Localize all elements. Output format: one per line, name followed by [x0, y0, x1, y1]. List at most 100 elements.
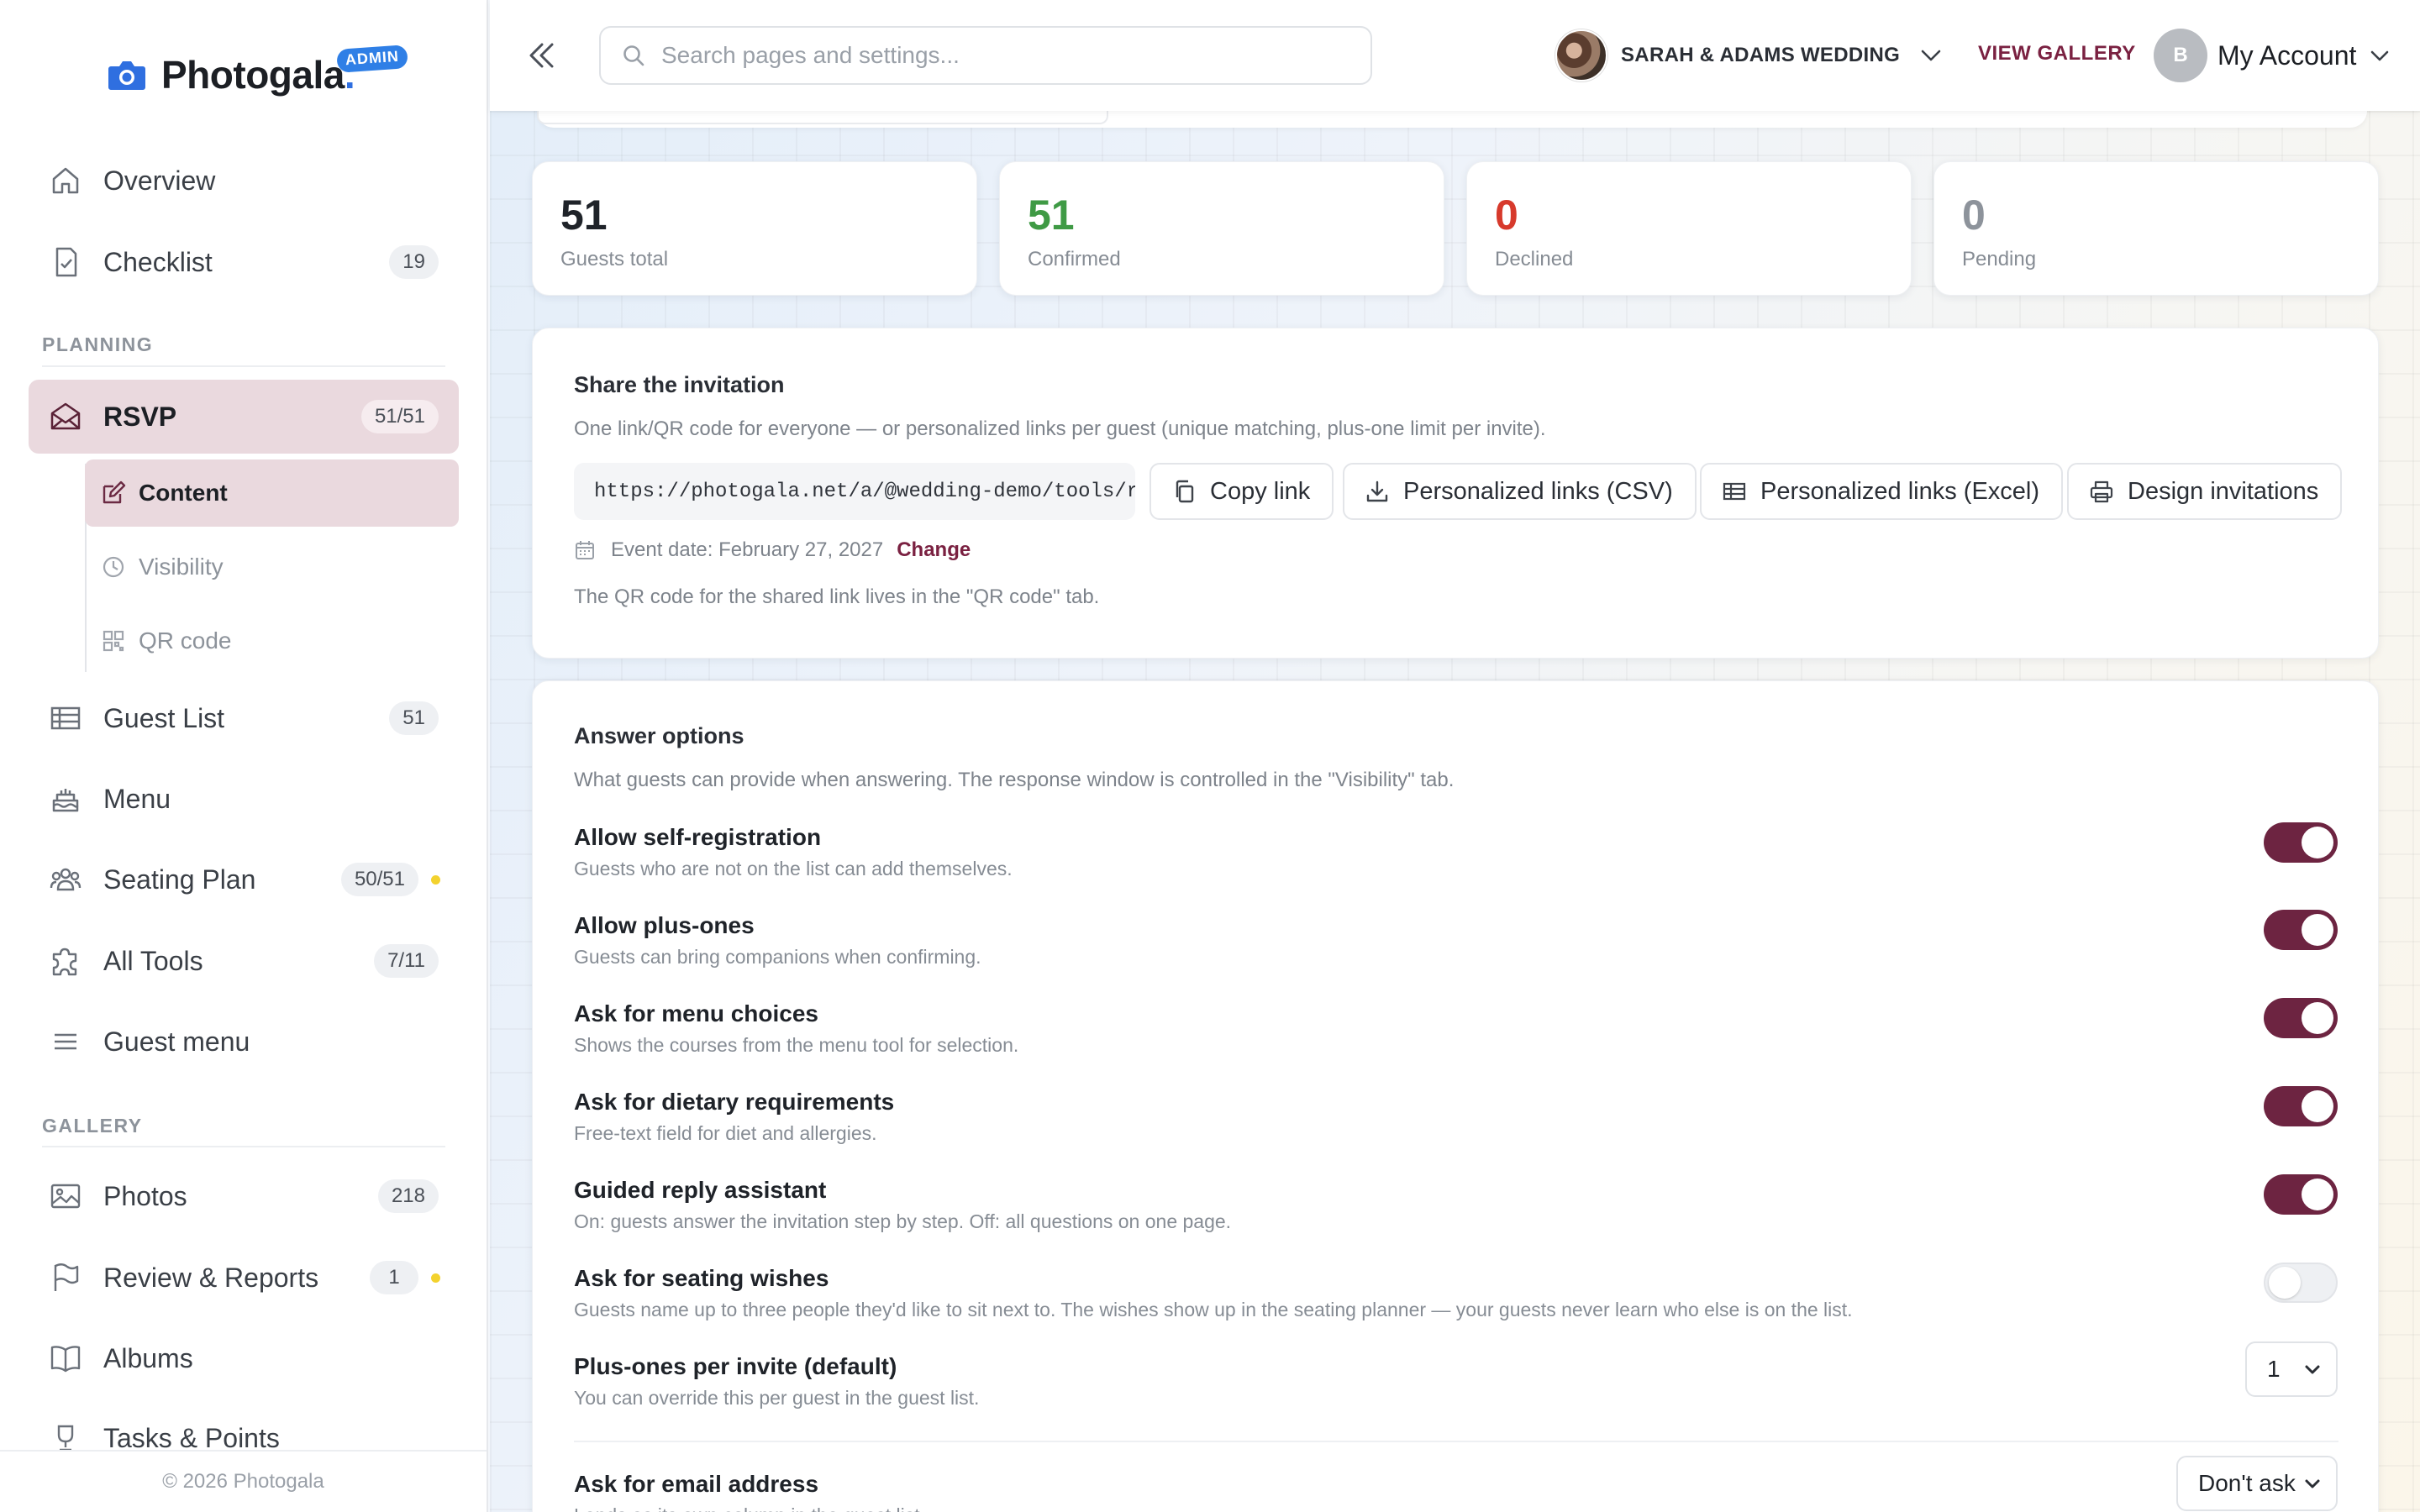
book-open-icon: [50, 1346, 81, 1373]
main-content: 51 Guests total 51 Confirmed 0 Declined …: [490, 111, 2420, 1512]
invitation-link-field[interactable]: https://photogala.net/a/@wedding-demo/to…: [574, 463, 1135, 520]
count-badge: 50/51: [340, 863, 418, 896]
sidebar-item-all-tools[interactable]: All Tools 7/11: [29, 924, 459, 998]
edit-icon: [103, 480, 126, 504]
allow-plus-ones-toggle[interactable]: [2264, 910, 2338, 950]
puzzle-icon: [52, 948, 77, 976]
sidebar-item-label: RSVP: [103, 401, 177, 432]
hamburger-icon: [55, 1033, 76, 1050]
ask-dietary-requirements-toggle[interactable]: [2264, 1086, 2338, 1126]
option-title: Ask for email address: [574, 1471, 819, 1497]
option-description: On: guests answer the invitation step by…: [574, 1210, 1232, 1232]
sidebar-item-seating-plan[interactable]: Seating Plan 50/51: [29, 843, 459, 916]
ask-seating-wishes-toggle[interactable]: [2264, 1263, 2338, 1303]
copy-link-button[interactable]: Copy link: [1150, 463, 1334, 520]
button-label: Design invitations: [2128, 477, 2319, 505]
sidebar-item-label: Guest List: [103, 702, 225, 733]
sidebar-item-label: Guest menu: [103, 1026, 250, 1057]
option-title: Allow plus-ones: [574, 912, 755, 938]
plus-ones-per-invite-select[interactable]: 1: [2245, 1341, 2338, 1397]
envelope-open-icon: [50, 402, 81, 430]
sidebar-item-photos[interactable]: Photos 218: [29, 1159, 459, 1233]
event-avatar: [1555, 29, 1607, 81]
search-box[interactable]: [599, 26, 1372, 85]
sidebar-item-label: Review & Reports: [103, 1262, 319, 1293]
download-icon: [1366, 480, 1388, 502]
guided-reply-assistant-toggle[interactable]: [2264, 1174, 2338, 1215]
sidebar-item-review-reports[interactable]: Review & Reports 1: [29, 1241, 459, 1315]
camera-icon: [108, 61, 145, 90]
sidebar-item-rsvp[interactable]: RSVP 51/51: [29, 380, 459, 454]
share-invitation-card: Share the invitation One link/QR code fo…: [532, 328, 2379, 659]
collapse-sidebar-icon[interactable]: [523, 37, 560, 74]
sidebar-subitem-label: QR code: [139, 627, 232, 654]
copy-icon: [1176, 480, 1194, 503]
sidebar-item-label: Tasks & Points: [103, 1422, 280, 1453]
account-menu[interactable]: B My Account: [2154, 29, 2391, 82]
divider: [574, 1441, 2338, 1442]
button-label: Personalized links (CSV): [1403, 477, 1673, 505]
stat-label: Pending: [1962, 248, 2037, 270]
chevron-down-icon: [2305, 1479, 2320, 1488]
option-description: Guests name up to three people they'd li…: [574, 1299, 1853, 1320]
chevron-down-icon: [2371, 50, 2389, 61]
option-description: Guests who are not on the list can add t…: [574, 858, 1013, 879]
brand-logo[interactable]: Photogala. ADMIN: [108, 45, 408, 97]
sidebar-item-albums[interactable]: Albums: [29, 1321, 459, 1395]
notification-dot: [431, 874, 440, 885]
stat-label: Guests total: [560, 248, 669, 270]
stat-label: Confirmed: [1028, 248, 1121, 270]
change-date-link[interactable]: Change: [897, 538, 971, 562]
sidebar-item-overview[interactable]: Overview: [29, 144, 459, 218]
count-badge: 1: [370, 1261, 418, 1294]
search-input[interactable]: [661, 39, 1350, 72]
sidebar-subitem-qr-code[interactable]: QR code: [85, 607, 459, 675]
qr-icon: [103, 630, 124, 652]
count-badge: 218: [377, 1179, 439, 1213]
ask-menu-choices-toggle[interactable]: [2264, 998, 2338, 1038]
view-gallery-link[interactable]: VIEW GALLERY: [1978, 42, 2136, 66]
sidebar-subitem-visibility[interactable]: Visibility: [85, 533, 459, 601]
section-heading-gallery: GALLERY: [42, 1115, 143, 1137]
divider: [42, 1146, 445, 1147]
stat-value: 51: [1028, 192, 1075, 239]
button-label: Personalized links (Excel): [1760, 477, 2040, 505]
clock-icon: [103, 556, 124, 578]
allow-self-registration-toggle[interactable]: [2264, 822, 2338, 863]
sidebar-item-checklist[interactable]: Checklist 19: [29, 225, 459, 299]
option-description: Guests can bring companions when confirm…: [574, 946, 981, 968]
event-selector[interactable]: SARAH & ADAMS WEDDING: [1555, 29, 1944, 82]
search-icon: [623, 45, 644, 66]
count-badge: 19: [389, 245, 439, 279]
sidebar-item-guest-list[interactable]: Guest List 51: [29, 681, 459, 755]
design-invitations-button[interactable]: Design invitations: [2067, 463, 2343, 520]
event-name: SARAH & ADAMS WEDDING: [1621, 44, 1901, 66]
personalized-links-csv-button[interactable]: Personalized links (CSV): [1343, 463, 1697, 520]
stat-value: 51: [560, 192, 608, 239]
sidebar-item-label: Seating Plan: [103, 864, 256, 895]
stat-card-confirmed: 51 Confirmed: [999, 161, 1444, 296]
sidebar-item-label: Overview: [103, 165, 216, 196]
ask-email-select[interactable]: Don't ask: [2176, 1456, 2338, 1511]
previous-card-inner-edge: [537, 111, 1108, 124]
section-heading-planning: PLANNING: [42, 333, 154, 355]
select-value: Don't ask: [2198, 1470, 2296, 1496]
event-date-row: Event date: February 27, 2027 Change: [574, 538, 971, 562]
sidebar-subitem-label: Visibility: [139, 554, 224, 580]
option-title: Guided reply assistant: [574, 1177, 827, 1203]
printer-icon: [2090, 480, 2113, 503]
checklist-icon: [55, 247, 77, 277]
stat-card-guests-total: 51 Guests total: [532, 161, 977, 296]
people-icon: [50, 868, 82, 891]
sidebar-item-guest-menu[interactable]: Guest menu: [29, 1005, 459, 1079]
top-bar: SARAH & ADAMS WEDDING VIEW GALLERY B My …: [490, 0, 2420, 111]
sidebar-subitem-content[interactable]: Content: [85, 459, 459, 527]
sidebar-item-label: Albums: [103, 1342, 193, 1373]
table-icon: [1723, 482, 1746, 501]
button-label: Copy link: [1210, 477, 1311, 505]
personalized-links-excel-button[interactable]: Personalized links (Excel): [1700, 463, 2064, 520]
option-title: Ask for seating wishes: [574, 1265, 829, 1291]
sidebar-item-menu[interactable]: Menu: [29, 762, 459, 836]
stat-card-pending: 0 Pending: [1933, 161, 2379, 296]
select-value: 1: [2267, 1356, 2281, 1382]
